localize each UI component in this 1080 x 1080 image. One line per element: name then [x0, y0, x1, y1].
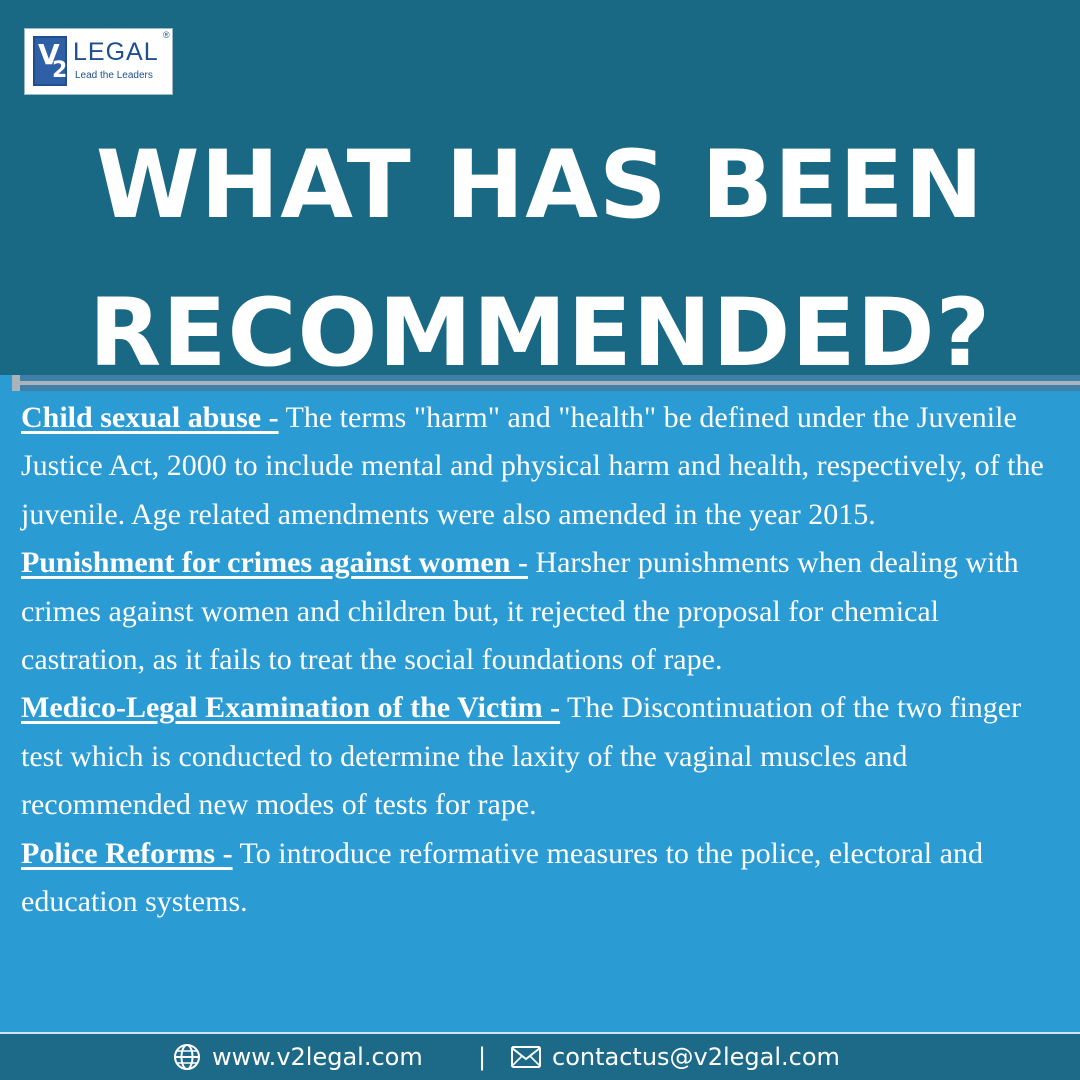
logo-tagline: Lead the Leaders	[75, 70, 153, 81]
footer-bar: www.v2legal.com | contactus@v2legal.com	[0, 1034, 1080, 1080]
list-item: Child sexual abuse - The terms "harm" an…	[21, 394, 1061, 539]
title-line-1: WHAT HAS BEEN	[95, 131, 985, 240]
page-title: WHAT HAS BEEN RECOMMENDED?	[0, 112, 1080, 408]
item-heading: Child sexual abuse -	[21, 401, 279, 434]
item-heading: Medico-Legal Examination of the Victim -	[21, 691, 561, 725]
v2-legal-logo[interactable]: V 2 LEGAL ® Lead the Leaders	[24, 28, 173, 95]
list-item: Medico-Legal Examination of the Victim -…	[21, 684, 1061, 829]
logo-name: LEGAL	[73, 38, 159, 66]
email-text: contactus@v2legal.com	[552, 1043, 840, 1071]
divider-bar	[12, 375, 1080, 391]
item-heading: Police Reforms -	[21, 836, 233, 870]
website-text: www.v2legal.com	[212, 1043, 423, 1071]
logo-mark: V 2	[33, 36, 67, 86]
list-item: Punishment for crimes against women - Ha…	[21, 539, 1061, 684]
list-item: Police Reforms - To introduce reformativ…	[21, 830, 1061, 927]
logo-mark-2: 2	[52, 58, 68, 83]
email-link[interactable]: contactus@v2legal.com	[510, 1034, 840, 1080]
website-link[interactable]: www.v2legal.com	[172, 1034, 423, 1080]
header-banner: V 2 LEGAL ® Lead the Leaders WHAT HAS BE…	[0, 0, 1080, 388]
envelope-icon	[510, 1044, 542, 1070]
footer-separator: |	[478, 1043, 487, 1071]
globe-icon	[172, 1042, 202, 1072]
recommendations-list: Child sexual abuse - The terms "harm" an…	[21, 394, 1061, 926]
registered-mark: ®	[163, 30, 170, 40]
item-heading: Punishment for crimes against women -	[21, 546, 528, 580]
